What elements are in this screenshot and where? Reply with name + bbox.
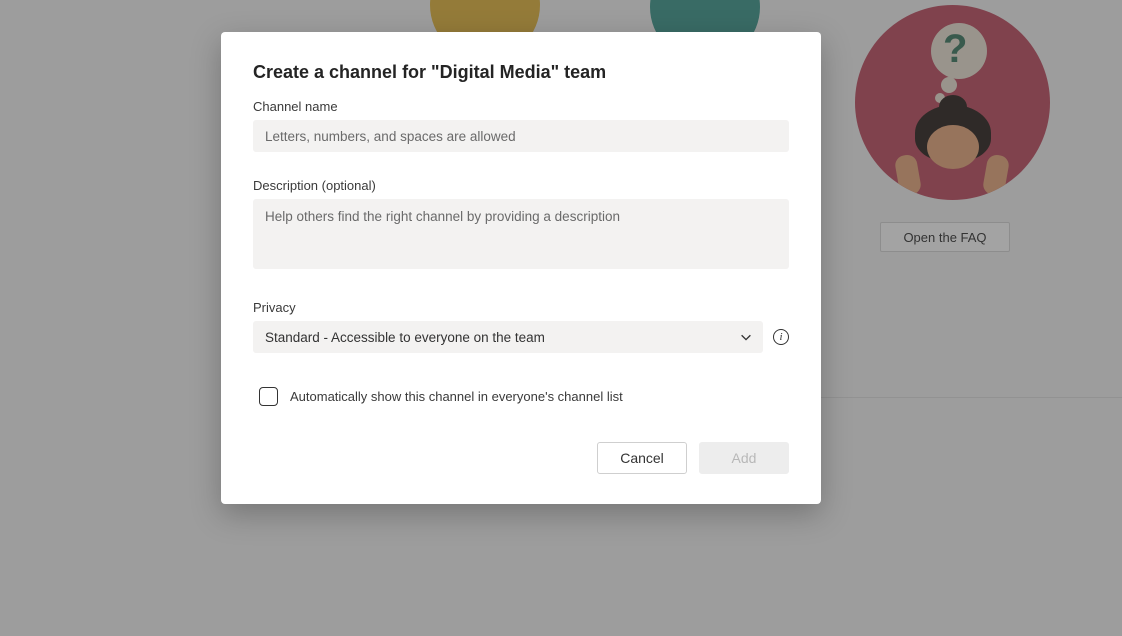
privacy-selected-value: Standard - Accessible to everyone on the… [265, 330, 545, 345]
description-field: Description (optional) [253, 178, 789, 274]
add-button: Add [699, 442, 789, 474]
privacy-label: Privacy [253, 300, 789, 315]
add-button-label: Add [732, 450, 757, 466]
auto-show-label: Automatically show this channel in every… [290, 389, 623, 404]
description-input[interactable] [253, 199, 789, 269]
chevron-down-icon [739, 330, 753, 344]
cancel-button[interactable]: Cancel [597, 442, 687, 474]
privacy-select[interactable]: Standard - Accessible to everyone on the… [253, 321, 763, 353]
description-label: Description (optional) [253, 178, 789, 193]
privacy-field: Privacy Standard - Accessible to everyon… [253, 300, 789, 353]
create-channel-dialog: Create a channel for "Digital Media" tea… [221, 32, 821, 504]
channel-name-label: Channel name [253, 99, 789, 114]
cancel-button-label: Cancel [620, 450, 664, 466]
auto-show-checkbox[interactable] [259, 387, 278, 406]
dialog-footer: Cancel Add [253, 442, 789, 474]
info-icon[interactable]: i [773, 329, 789, 345]
dialog-title: Create a channel for "Digital Media" tea… [253, 62, 789, 83]
auto-show-row: Automatically show this channel in every… [259, 387, 789, 406]
channel-name-field: Channel name [253, 99, 789, 152]
channel-name-input[interactable] [253, 120, 789, 152]
